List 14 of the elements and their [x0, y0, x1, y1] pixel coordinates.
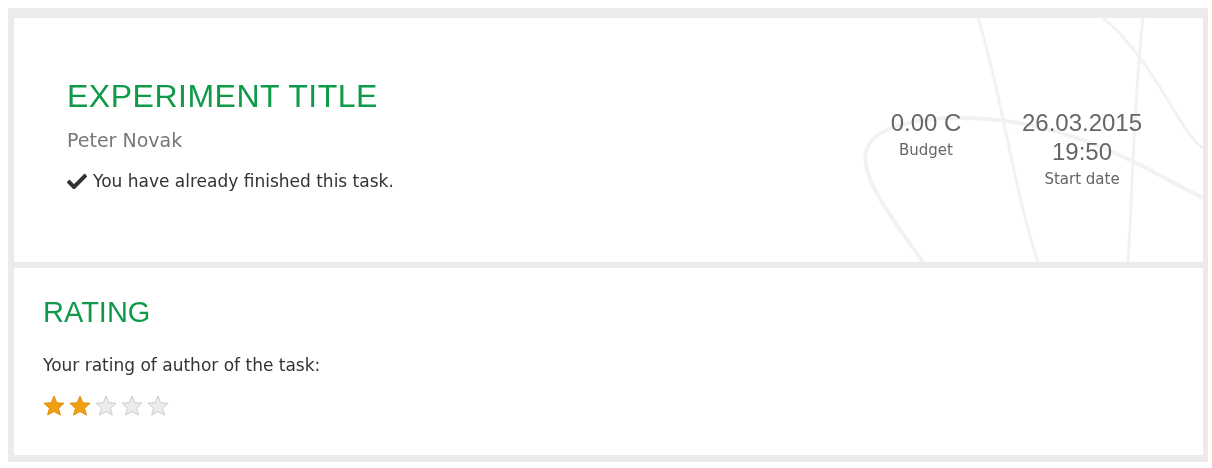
stat-label: Start date — [1044, 170, 1120, 188]
filled-star-icon[interactable] — [69, 395, 91, 416]
status-message: You have already finished this task. — [93, 171, 394, 191]
rating-prompt: Your rating of author of the task: — [43, 355, 322, 375]
empty-star-icon[interactable] — [121, 395, 143, 416]
stat-value: 0.00 C — [889, 108, 963, 137]
author-name: Peter Novak — [67, 129, 184, 151]
stat-label: Budget — [899, 141, 953, 159]
rating-title: RATING — [43, 296, 152, 329]
empty-star-icon[interactable] — [95, 395, 117, 416]
stat-value: 26.03.2015 19:50 — [1020, 108, 1144, 166]
empty-star-icon[interactable] — [147, 395, 169, 416]
filled-star-icon[interactable] — [43, 395, 65, 416]
experiment-title: EXPERIMENT TITLE — [67, 78, 379, 115]
